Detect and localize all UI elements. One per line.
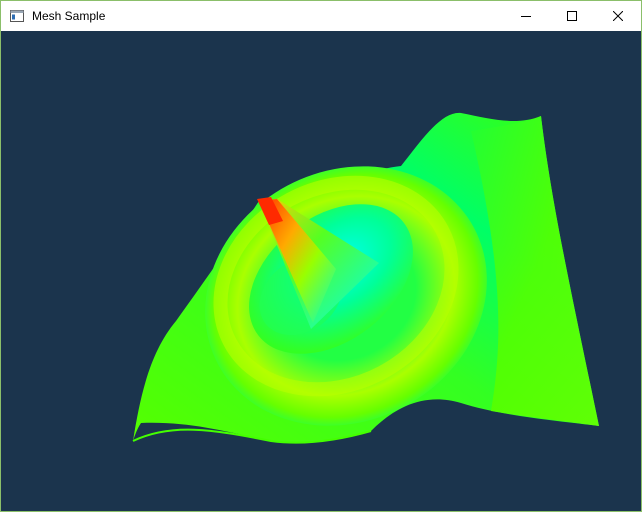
title-bar[interactable]: Mesh Sample <box>1 1 641 31</box>
app-window: Mesh Sample <box>0 0 642 512</box>
maximize-button[interactable] <box>549 1 595 31</box>
minimize-button[interactable] <box>503 1 549 31</box>
maximize-icon <box>567 11 577 21</box>
window-title: Mesh Sample <box>32 9 106 23</box>
close-button[interactable] <box>595 1 641 31</box>
mesh-scene <box>1 31 641 511</box>
minimize-icon <box>521 16 531 17</box>
app-window-icon[interactable] <box>9 8 25 24</box>
render-viewport[interactable] <box>1 31 641 511</box>
caption-buttons <box>503 1 641 31</box>
close-icon <box>613 11 623 21</box>
